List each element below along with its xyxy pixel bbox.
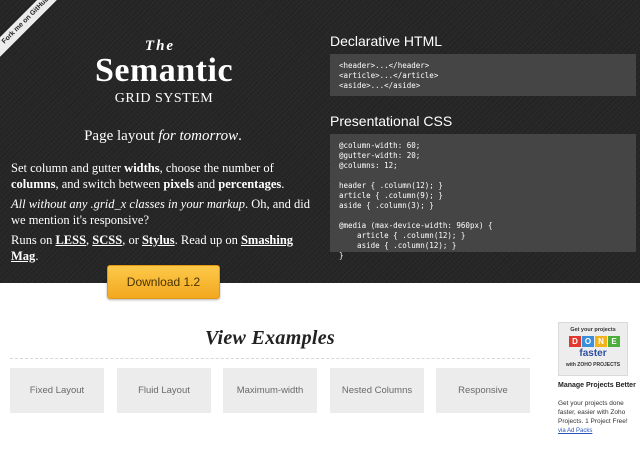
ad-headline[interactable]: Manage Projects Better xyxy=(558,381,636,390)
fluid-layout-button[interactable]: Fluid Layout xyxy=(117,368,211,413)
runs-on-text: . Read up on xyxy=(174,233,241,247)
section-divider xyxy=(10,358,530,359)
intro-text: Set column and gutter xyxy=(11,161,125,175)
intro-text: . xyxy=(281,177,285,191)
intro-bold-columns: columns xyxy=(11,177,56,191)
nested-columns-button[interactable]: Nested Columns xyxy=(330,368,424,413)
maximum-width-button[interactable]: Maximum-width xyxy=(223,368,317,413)
ad-with-text: with ZOHO PROJECTS xyxy=(565,362,621,368)
hero-banner: Fork me on GitHub The Semantic GRID SYST… xyxy=(0,0,640,283)
scss-link[interactable]: SCSS xyxy=(92,233,122,247)
view-examples-heading: View Examples xyxy=(204,327,336,349)
tagline-period: . xyxy=(238,128,242,144)
ad-done-letter: O xyxy=(582,336,594,347)
markup-italic: All without any .grid_x classes in your … xyxy=(11,197,246,211)
runs-on-text: , or xyxy=(122,233,142,247)
page-title: Semantic xyxy=(94,52,234,89)
ad-description: Get your projects done faster, easier wi… xyxy=(558,400,628,425)
responsive-button[interactable]: Responsive xyxy=(436,368,530,413)
intro-bold-percentages: percentages xyxy=(218,177,282,191)
ad-done-logo: D O N E xyxy=(569,336,621,347)
tagline-emphasis: for tomorrow xyxy=(158,128,239,144)
declarative-html-heading: Declarative HTML xyxy=(330,33,443,49)
markup-paragraph: All without any .grid_x classes in your … xyxy=(11,196,316,228)
ad-top-text: Get your projects xyxy=(570,327,616,333)
ad-done-letter: D xyxy=(569,336,581,347)
download-button[interactable]: Download 1.2 xyxy=(107,265,220,299)
page-subtitle: GRID SYSTEM xyxy=(114,91,214,106)
runs-on-text: Runs on xyxy=(11,233,56,247)
ad-faster-text: faster xyxy=(579,348,607,359)
runs-on-text: . xyxy=(35,249,39,263)
tagline: Page layout for tomorrow. xyxy=(0,128,326,145)
less-link[interactable]: LESS xyxy=(55,233,86,247)
presentational-css-heading: Presentational CSS xyxy=(330,113,453,129)
tagline-text: Page layout xyxy=(84,128,159,144)
ad-via-link[interactable]: via Ad Packs xyxy=(558,428,628,434)
fixed-layout-button[interactable]: Fixed Layout xyxy=(10,368,104,413)
ad-done-letter: N xyxy=(595,336,607,347)
stylus-link[interactable]: Stylus xyxy=(142,233,175,247)
runs-on-paragraph: Runs on LESS, SCSS, or Stylus. Read up o… xyxy=(11,232,316,264)
intro-text: , and switch between xyxy=(55,177,164,191)
ad-done-letter: E xyxy=(608,336,620,347)
html-code-block: <header>...</header> <article>...</artic… xyxy=(330,54,636,96)
intro-text: , choose the number of xyxy=(159,161,274,175)
intro-paragraph: Set column and gutter widths, choose the… xyxy=(11,160,316,192)
css-code-block: @column-width: 60; @gutter-width: 20; @c… xyxy=(330,134,636,260)
intro-text: and xyxy=(193,177,219,191)
ad-banner[interactable]: Get your projects D O N E faster with ZO… xyxy=(558,322,628,376)
intro-bold-pixels: pixels xyxy=(163,177,194,191)
intro-bold-widths: widths xyxy=(124,161,160,175)
